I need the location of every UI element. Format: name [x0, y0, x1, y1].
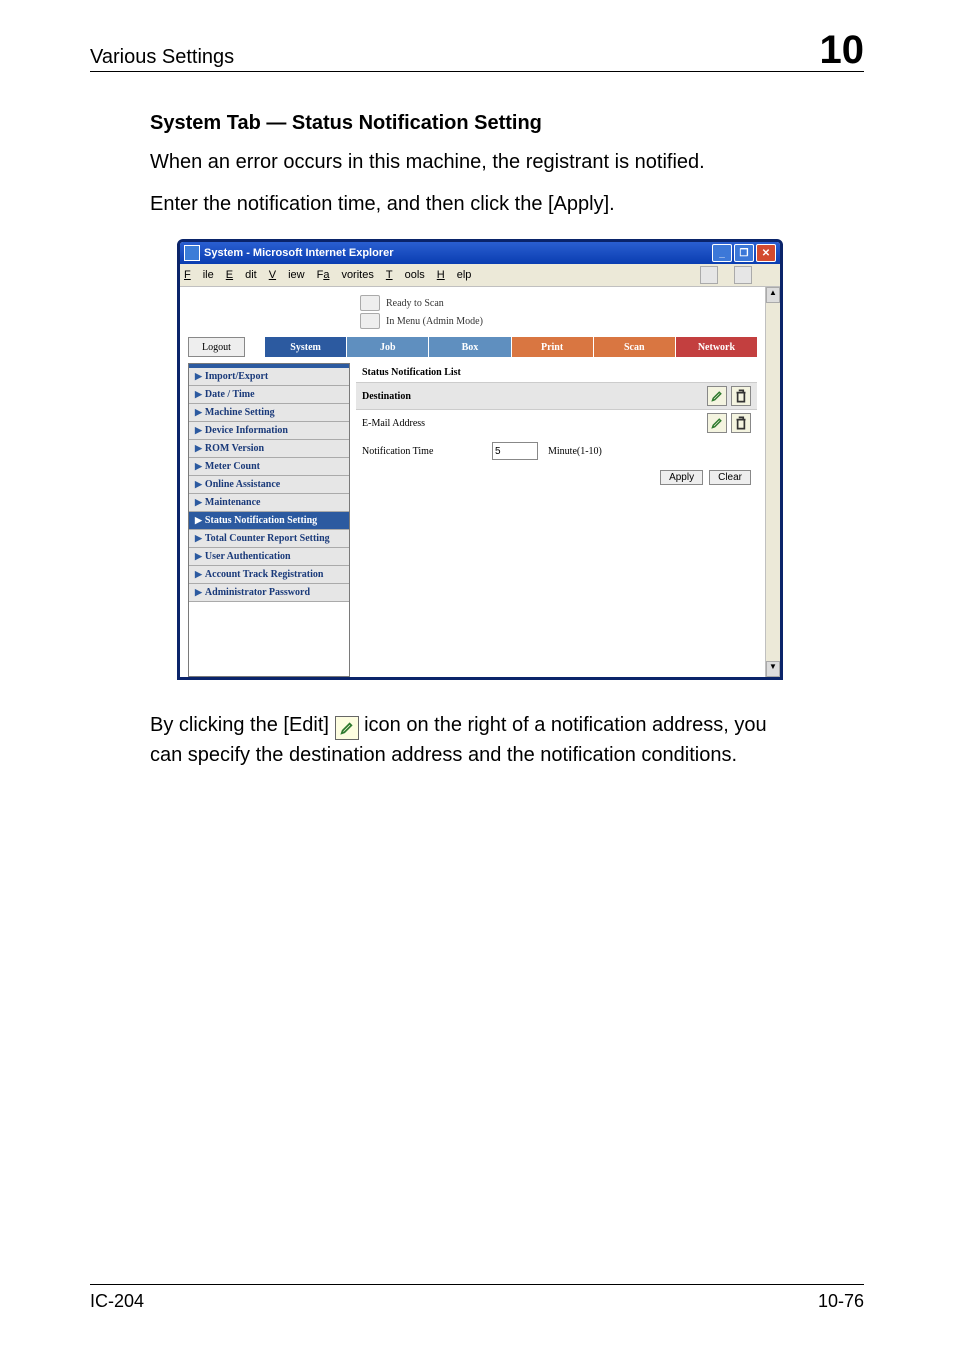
menu-bar: File Edit View Favorites Tools Help [180, 264, 780, 287]
status-area: Ready to Scan In Menu (Admin Mode) [180, 287, 765, 337]
status-line-2: In Menu (Admin Mode) [386, 316, 483, 327]
menu-favorites[interactable]: Favorites [317, 269, 374, 281]
menu-arrow-icon: ▶ [195, 551, 202, 562]
sidemenu-item-status-notification-setting[interactable]: ▶Status Notification Setting [189, 512, 349, 530]
menu-arrow-icon: ▶ [195, 497, 202, 508]
notification-time-input[interactable] [492, 442, 538, 460]
menu-arrow-icon: ▶ [195, 533, 202, 544]
menu-arrow-icon: ▶ [195, 515, 202, 526]
sidemenu-item-label: Device Information [205, 425, 288, 436]
delete-email-button[interactable] [731, 413, 751, 433]
window-titlebar: System - Microsoft Internet Explorer _ ❐… [180, 242, 780, 264]
main-pane: Status Notification List Destination [356, 363, 757, 677]
inline-edit-icon [335, 716, 359, 740]
window-minimize-button[interactable]: _ [712, 244, 732, 262]
window-maximize-button[interactable]: ❐ [734, 244, 754, 262]
toolbar-icon-1[interactable] [700, 266, 718, 284]
logout-button[interactable]: Logout [188, 337, 245, 357]
footer-para-pre: By clicking the [Edit] [150, 714, 335, 736]
toolbar-icon-2[interactable] [734, 266, 752, 284]
mode-status-icon [360, 313, 380, 329]
sidemenu-item-label: Online Assistance [205, 479, 280, 490]
sidemenu-item-label: Maintenance [205, 497, 261, 508]
sidemenu-item-label: Status Notification Setting [205, 515, 317, 526]
pane-row-email: E-Mail Address [356, 409, 757, 436]
sidemenu-item-label: Administrator Password [205, 587, 310, 598]
page-header-title: Various Settings [90, 46, 820, 69]
menu-tools[interactable]: Tools [386, 269, 425, 281]
menu-arrow-icon: ▶ [195, 389, 202, 400]
window-title: System - Microsoft Internet Explorer [204, 247, 712, 259]
chapter-number: 10 [820, 30, 865, 70]
delete-destination-button[interactable] [731, 386, 751, 406]
sidemenu-item-label: Machine Setting [205, 407, 275, 418]
section-paragraph-2: Enter the notification time, and then cl… [150, 189, 864, 219]
sidemenu-item-maintenance[interactable]: ▶Maintenance [189, 494, 349, 512]
scroll-up-button[interactable]: ▲ [766, 287, 780, 303]
pane-label-destination: Destination [362, 391, 523, 402]
section-paragraph-1: When an error occurs in this machine, th… [150, 147, 864, 177]
sidemenu-item-online-assistance[interactable]: ▶Online Assistance [189, 476, 349, 494]
edit-destination-button[interactable] [707, 386, 727, 406]
pane-row-destination: Destination [356, 382, 757, 409]
sidemenu-item-account-track-registration[interactable]: ▶Account Track Registration [189, 566, 349, 584]
sidemenu-item-label: Import/Export [205, 371, 268, 382]
apply-button[interactable]: Apply [660, 470, 703, 485]
menu-arrow-icon: ▶ [195, 587, 202, 598]
side-menu: ▶Import/Export▶Date / Time▶Machine Setti… [188, 363, 350, 677]
footer-paragraph: By clicking the [Edit] icon on the right… [150, 710, 804, 770]
status-line-1: Ready to Scan [386, 298, 444, 309]
sidemenu-item-machine-setting[interactable]: ▶Machine Setting [189, 404, 349, 422]
tab-print[interactable]: Print [512, 337, 594, 357]
notification-time-row: Notification Time Minute(1-10) [356, 436, 757, 466]
clear-button[interactable]: Clear [709, 470, 751, 485]
tab-box[interactable]: Box [429, 337, 511, 357]
scroll-down-button[interactable]: ▼ [766, 661, 780, 677]
vertical-scrollbar[interactable]: ▲ ▼ [765, 287, 780, 677]
menu-help[interactable]: Help [437, 269, 472, 281]
tab-scan[interactable]: Scan [594, 337, 676, 357]
section-heading: System Tab — Status Notification Setting [150, 112, 864, 135]
pane-title: Status Notification List [356, 363, 757, 382]
sidemenu-item-label: Total Counter Report Setting [205, 533, 330, 544]
menu-edit[interactable]: Edit [226, 269, 257, 281]
screenshot: System - Microsoft Internet Explorer _ ❐… [177, 239, 777, 680]
menu-arrow-icon: ▶ [195, 371, 202, 382]
menu-arrow-icon: ▶ [195, 407, 202, 418]
pane-label-email: E-Mail Address [362, 418, 523, 429]
sidemenu-item-administrator-password[interactable]: ▶Administrator Password [189, 584, 349, 602]
tab-system[interactable]: System [265, 337, 347, 357]
sidemenu-item-label: ROM Version [205, 443, 264, 454]
scanner-status-icon [360, 295, 380, 311]
tab-job[interactable]: Job [347, 337, 429, 357]
page-footer-left: IC-204 [90, 1291, 144, 1312]
ie-logo-icon [184, 245, 200, 261]
menu-arrow-icon: ▶ [195, 425, 202, 436]
edit-email-button[interactable] [707, 413, 727, 433]
sidemenu-item-label: Date / Time [205, 389, 255, 400]
menu-view[interactable]: View [269, 269, 305, 281]
sidemenu-item-total-counter-report-setting[interactable]: ▶Total Counter Report Setting [189, 530, 349, 548]
sidemenu-item-label: Account Track Registration [205, 569, 324, 580]
sidemenu-item-rom-version[interactable]: ▶ROM Version [189, 440, 349, 458]
menu-file[interactable]: File [184, 269, 214, 281]
menu-arrow-icon: ▶ [195, 569, 202, 580]
menu-arrow-icon: ▶ [195, 479, 202, 490]
notification-time-unit: Minute(1-10) [548, 446, 602, 457]
menu-arrow-icon: ▶ [195, 461, 202, 472]
menu-arrow-icon: ▶ [195, 443, 202, 454]
tab-network[interactable]: Network [676, 337, 757, 357]
notification-time-label: Notification Time [362, 446, 482, 457]
sidemenu-item-user-authentication[interactable]: ▶User Authentication [189, 548, 349, 566]
sidemenu-item-label: Meter Count [205, 461, 260, 472]
sidemenu-item-label: User Authentication [205, 551, 291, 562]
window-close-button[interactable]: ✕ [756, 244, 776, 262]
page-footer-right: 10-76 [818, 1291, 864, 1312]
sidemenu-item-meter-count[interactable]: ▶Meter Count [189, 458, 349, 476]
sidemenu-item-date-time[interactable]: ▶Date / Time [189, 386, 349, 404]
sidemenu-item-device-information[interactable]: ▶Device Information [189, 422, 349, 440]
sidemenu-item-import-export[interactable]: ▶Import/Export [189, 368, 349, 386]
